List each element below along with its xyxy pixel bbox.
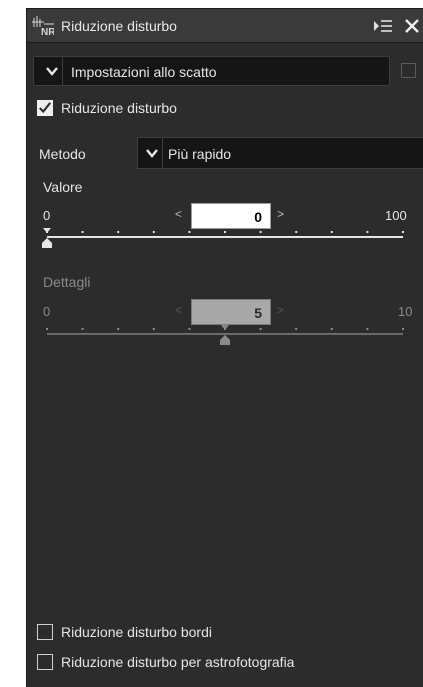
edge-noise-reduction-checkbox[interactable] [37,624,53,640]
noise-reduction-label: Riduzione disturbo [61,100,177,116]
detail-slider-tick-mark [259,328,262,330]
detail-slider-handle[interactable] [220,335,230,345]
detail-slider-tick-mark [117,328,120,330]
value-increment-arrow[interactable]: > [277,207,284,221]
value-slider-tick-mark [188,231,191,233]
noise-reduction-panel: NR Riduzione disturbo Impostazioni allo … [26,8,423,687]
noise-reduction-icon: NR [32,16,54,36]
edge-noise-reduction-label: Riduzione disturbo bordi [61,624,212,640]
preset-value: Impostazioni allo scatto [71,64,217,80]
value-slider-max: 100 [385,208,407,223]
value-slider-tick-mark [81,231,84,233]
checkmark-icon [39,102,52,114]
chevron-down-icon [46,67,58,76]
close-icon[interactable] [403,17,421,35]
preset-dropdown[interactable]: Impostazioni allo scatto [33,56,390,86]
detail-slider-tick-mark [330,328,333,330]
detail-slider-tick-mark [188,328,191,330]
astro-noise-reduction-checkbox[interactable] [37,654,53,670]
value-slider-tick-mark [224,231,226,233]
preset-apply-checkbox[interactable] [401,63,416,78]
astro-noise-reduction-label: Riduzione disturbo per astrofotografia [61,654,295,670]
panel-menu-icon[interactable] [373,18,393,34]
value-slider-position-marker [43,228,51,233]
detail-slider-tick-mark [152,328,155,330]
noise-reduction-checkbox[interactable] [37,100,53,116]
detail-increment-arrow[interactable]: > [277,303,284,317]
detail-slider-tick-mark [295,328,298,330]
panel-titlebar: NR Riduzione disturbo [27,9,423,43]
method-value: Più rapido [168,146,232,162]
detail-slider-tick-mark [366,328,369,330]
value-slider-tick-mark [295,231,298,233]
svg-text:NR: NR [41,27,54,36]
method-label: Metodo [39,146,86,162]
value-slider-tick-mark [402,231,404,233]
value-slider-track[interactable] [41,225,411,255]
detail-slider-max: 10 [398,304,413,319]
detail-slider-tick-mark [46,328,48,330]
value-slider-tick-mark [366,231,369,233]
value-decrement-arrow[interactable]: < [175,207,182,221]
method-dropdown[interactable]: Più rapido [137,137,423,169]
value-slider-handle[interactable] [42,238,52,248]
chevron-down-icon [146,149,158,158]
value-slider-tick-mark [117,231,120,233]
value-slider-min: 0 [43,208,51,223]
detail-slider-tick-mark [402,328,404,330]
detail-slider-position-marker [221,325,229,330]
detail-decrement-arrow[interactable]: < [175,303,182,317]
value-slider-tick-mark [330,231,333,233]
value-slider-label: Valore [43,179,83,195]
detail-slider-min: 0 [43,304,51,319]
detail-slider-track[interactable] [41,322,411,352]
value-slider-tick-mark [152,231,155,233]
value-slider-tick-mark [259,231,262,233]
detail-slider-tick-mark [81,328,84,330]
detail-slider-label: Dettagli [43,274,91,290]
panel-title: Riduzione disturbo [61,18,177,34]
